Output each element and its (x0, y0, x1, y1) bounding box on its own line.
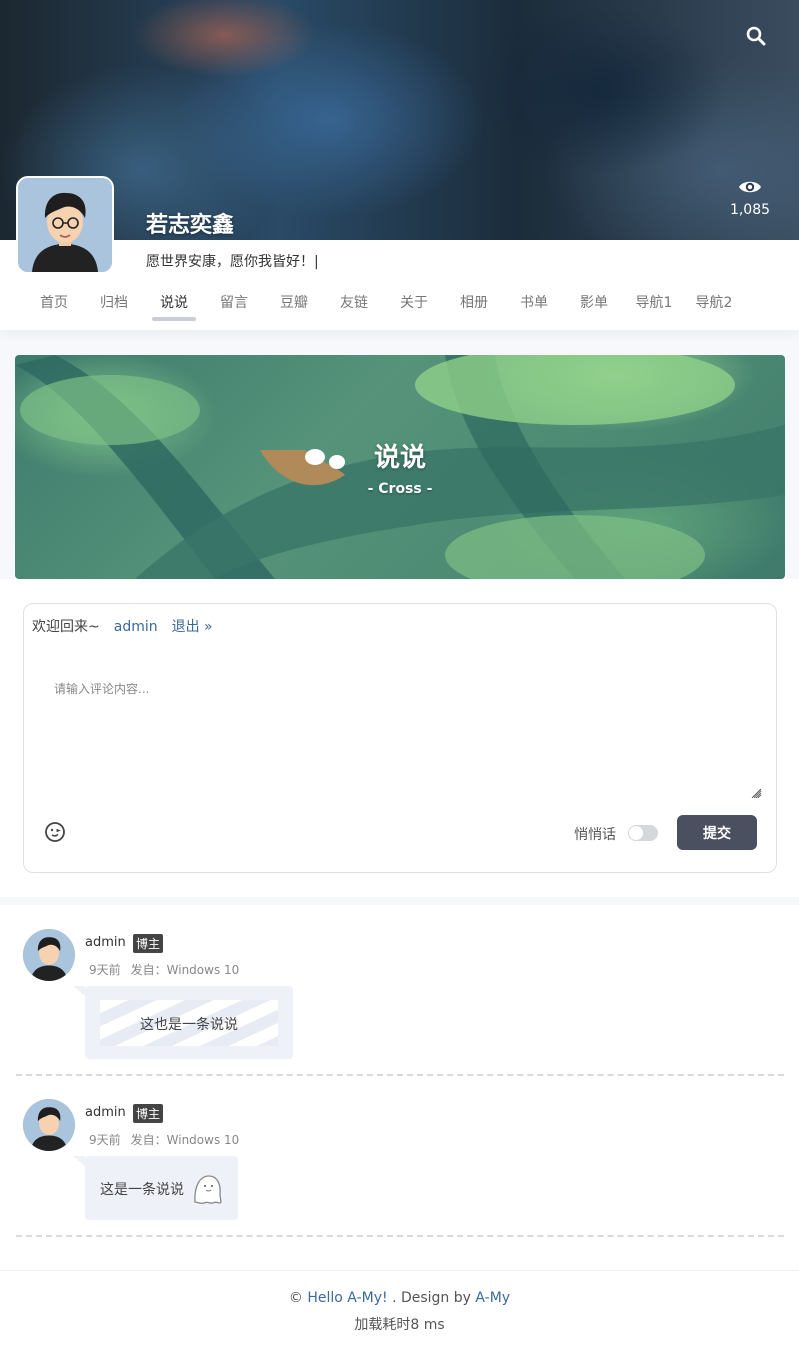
page-banner: 说说 - Cross - (15, 355, 785, 579)
avatar-illustration (23, 929, 75, 981)
user-link[interactable]: admin (114, 619, 158, 635)
post-content: 这是一条说说 (73, 1156, 238, 1220)
view-counter: 1,085 (726, 178, 774, 218)
nav-item[interactable]: 书单 (504, 292, 564, 322)
toggle-knob (629, 826, 643, 840)
avatar[interactable] (16, 176, 114, 274)
avatar-illustration (18, 178, 112, 272)
design-text: . Design by (392, 1290, 471, 1306)
list-item: admin 博主 9天前 发自：Windows 10 这也是一条说说 (16, 927, 784, 1076)
post-time: 9天前 (89, 963, 121, 977)
nav-item[interactable]: 影单 (564, 292, 624, 322)
post-author[interactable]: admin (85, 935, 126, 950)
nav-item[interactable]: 导航1 (624, 292, 684, 322)
nav-item[interactable]: 关于 (384, 292, 444, 322)
comment-form: 欢迎回来~ admin 退出 » 悄悄话 提交 (23, 603, 777, 873)
post-time: 9天前 (89, 1133, 121, 1147)
post-text: 这也是一条说说 (140, 1017, 238, 1033)
footer-copyright-line: © Hello A-My! . Design by A-My (0, 1290, 799, 1306)
main-nav: 首页 归档 说说 留言 豆瓣 友链 关于 相册 书单 影单 导航1 导航2 (24, 292, 744, 322)
site-name[interactable]: 若志奕鑫 (146, 207, 234, 239)
resize-handle-icon[interactable] (751, 788, 761, 798)
nav-item[interactable]: 归档 (84, 292, 144, 322)
nav-item[interactable]: 豆瓣 (264, 292, 324, 322)
post-source: 发自：Windows 10 (130, 1133, 240, 1147)
welcome-line: 欢迎回来~ admin 退出 » (32, 616, 213, 636)
site-motto: 愿世界安康，愿你我皆好！| (146, 254, 319, 270)
header-background: 1,085 (0, 0, 799, 240)
post-content: 这也是一条说说 (73, 986, 293, 1059)
search-icon[interactable] (744, 24, 768, 48)
avatar-illustration (23, 1099, 75, 1151)
logout-link[interactable]: 退出 » (172, 619, 213, 635)
whisper-label: 悄悄话 (574, 827, 616, 843)
emoji-icon[interactable] (44, 821, 66, 843)
author-badge: 博主 (133, 1104, 164, 1123)
ghost-sticker-icon (194, 1175, 222, 1204)
footer: © Hello A-My! . Design by A-My 加载耗时8 ms (0, 1270, 799, 1348)
nav-item[interactable]: 相册 (444, 292, 504, 322)
copyright-symbol: © (288, 1290, 303, 1306)
banner-subtitle: - Cross - (367, 481, 433, 497)
post-text: 这是一条说说 (100, 1182, 184, 1198)
author-link[interactable]: A-My (475, 1290, 510, 1306)
banner-title: 说说 (373, 443, 426, 473)
post-meta: 9天前 发自：Windows 10 (89, 1131, 239, 1148)
view-count: 1,085 (729, 202, 771, 218)
comment-card: 欢迎回来~ admin 退出 » 悄悄话 提交 (0, 579, 799, 897)
whisper-toggle[interactable] (628, 825, 658, 841)
avatar[interactable] (23, 1099, 75, 1151)
post-source: 发自：Windows 10 (130, 963, 240, 977)
eye-icon (739, 181, 761, 193)
nav-item[interactable]: 留言 (204, 292, 264, 322)
post-meta: 9天前 发自：Windows 10 (89, 961, 239, 978)
nav-item[interactable]: 说说 (144, 292, 204, 322)
author-badge: 博主 (133, 934, 164, 953)
submit-button[interactable]: 提交 (677, 815, 757, 850)
nav-item[interactable]: 友链 (324, 292, 384, 322)
load-time: 加载耗时8 ms (354, 1317, 445, 1333)
list-item: admin 博主 9天前 发自：Windows 10 这是一条说说 (16, 1097, 784, 1237)
post-author[interactable]: admin (85, 1105, 126, 1120)
welcome-text: 欢迎回来~ (32, 619, 100, 635)
avatar[interactable] (23, 929, 75, 981)
nav-item[interactable]: 首页 (24, 292, 84, 322)
site-link[interactable]: Hello A-My! (307, 1290, 387, 1306)
nav-item[interactable]: 导航2 (684, 292, 744, 322)
comment-textarea[interactable] (40, 664, 762, 799)
posts-feed: admin 博主 9天前 发自：Windows 10 这也是一条说说 admin … (0, 905, 799, 1270)
